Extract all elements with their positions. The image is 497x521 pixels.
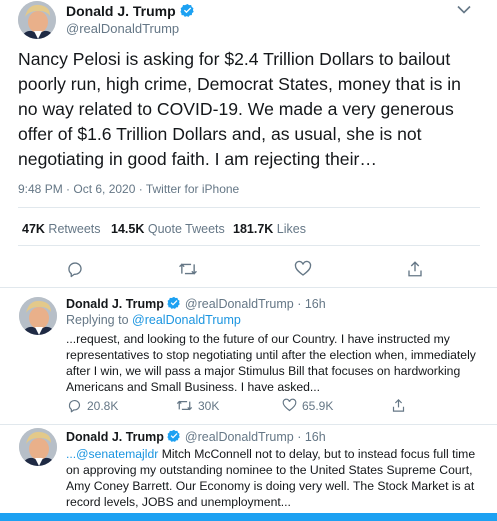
- separator: ·: [297, 430, 302, 444]
- reply-text: ...@senatemajldr Mitch McConnell not to …: [66, 446, 480, 510]
- reply-icon: [68, 399, 81, 413]
- reply-header: Donald J. Trump @realDonaldTrump · 16h: [66, 296, 326, 313]
- handle[interactable]: @realDonaldTrump: [66, 21, 179, 36]
- share-icon[interactable]: [390, 397, 406, 413]
- share-icon[interactable]: [404, 258, 426, 280]
- separator: ·: [297, 297, 302, 311]
- reply-text: ...request, and looking to the future of…: [66, 332, 476, 394]
- reply-count[interactable]: 20.8K: [67, 398, 118, 413]
- tweet-timestamp: 9:48 PM · Oct 6, 2020 · Twitter for iPho…: [18, 182, 240, 196]
- avatar[interactable]: [18, 1, 56, 39]
- handle[interactable]: @realDonaldTrump: [185, 430, 294, 444]
- bottom-accent-bar: [0, 513, 497, 521]
- verified-badge-icon: [167, 296, 181, 313]
- divider: [0, 287, 497, 288]
- tweet-text: Nancy Pelosi is asking for $2.4 Trillion…: [18, 49, 461, 169]
- likes-stat[interactable]: 181.7K Likes: [233, 222, 306, 236]
- tweet-stats: 47K Retweets: [22, 222, 101, 236]
- divider: [18, 245, 480, 246]
- verified-badge-icon: [180, 3, 195, 21]
- reply-time[interactable]: 16h: [305, 430, 326, 444]
- like-icon[interactable]: [292, 258, 314, 280]
- reply-count-value: 20.8K: [87, 398, 119, 413]
- like-count[interactable]: 65.9K: [282, 398, 333, 413]
- divider: [0, 424, 497, 425]
- chevron-down-icon[interactable]: [456, 3, 472, 15]
- reply-time[interactable]: 16h: [305, 297, 326, 311]
- handle[interactable]: @realDonaldTrump: [185, 297, 294, 311]
- display-name[interactable]: Donald J. Trump: [66, 3, 195, 21]
- like-icon: [282, 398, 297, 412]
- retweet-icon[interactable]: [176, 258, 200, 280]
- reply-icon[interactable]: [64, 258, 86, 280]
- avatar[interactable]: [19, 428, 57, 466]
- replying-to-label: Replying to: [66, 313, 129, 327]
- retweets-stat[interactable]: 47K Retweets: [22, 222, 101, 236]
- display-name[interactable]: Donald J. Trump: [66, 297, 164, 311]
- retweet-icon: [176, 400, 193, 411]
- avatar[interactable]: [19, 297, 57, 335]
- replying-to-link[interactable]: @realDonaldTrump: [132, 313, 241, 327]
- quotes-stat[interactable]: 14.5K Quote Tweets: [111, 222, 225, 236]
- divider: [18, 207, 480, 208]
- mention-link[interactable]: ...@senatemajldr: [66, 447, 158, 461]
- display-name[interactable]: Donald J. Trump: [66, 430, 164, 444]
- reply-header: Donald J. Trump @realDonaldTrump · 16h: [66, 429, 326, 446]
- verified-badge-icon: [167, 429, 181, 446]
- retweet-count-value: 30K: [198, 398, 220, 413]
- replying-to: Replying to @realDonaldTrump: [66, 313, 241, 327]
- retweet-count[interactable]: 30K: [176, 398, 219, 413]
- like-count-value: 65.9K: [302, 398, 334, 413]
